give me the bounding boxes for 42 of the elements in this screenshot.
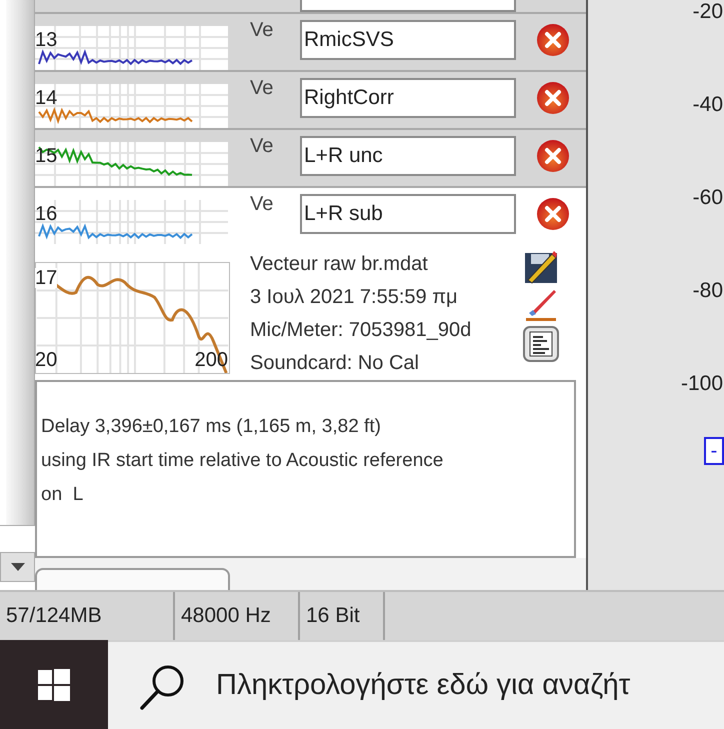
measurement-number: 14: [35, 88, 58, 108]
info-text: 3 Ιουλ 2021 7:55:59 πμ: [250, 285, 459, 310]
notes-icon[interactable]: [523, 326, 559, 362]
axis-label: -100: [680, 372, 724, 396]
scroll-down-button[interactable]: [0, 552, 35, 582]
search-field[interactable]: Πληκτρολογήστε εδώ για αναζήτ: [108, 640, 724, 729]
measurement-number: 15: [35, 146, 58, 166]
notes-box[interactable]: Delay 3,396±0,167 ms (1,165 m, 3,82 ft) using IR start time relative to Acoustic reference on L: [35, 380, 576, 558]
start-button[interactable]: [0, 640, 108, 729]
measurement-label: Ve: [249, 134, 274, 159]
axis-label: -40: [692, 93, 724, 117]
floppy-pencil-icon[interactable]: [524, 250, 558, 284]
delete-button[interactable]: [535, 138, 571, 174]
windows-icon: [38, 668, 70, 700]
graph-label: 17: [35, 268, 58, 288]
measurement-number: 16: [35, 204, 58, 224]
graph-label: 20: [35, 350, 58, 370]
info-text: Vecteur raw br.mdat: [250, 252, 429, 277]
measurement-row[interactable]: 14 Ve RightCorr: [35, 72, 586, 130]
measurement-row[interactable]: 13 Ve RmicSVS: [35, 14, 586, 72]
name-field[interactable]: L+R unc: [300, 136, 516, 176]
name-field[interactable]: RmicSVS: [300, 20, 516, 60]
name-field[interactable]: RightCorr: [300, 78, 516, 118]
measurement-label: Ve: [249, 76, 274, 101]
measurement-number: 13: [35, 30, 58, 50]
scrollbar-thumb[interactable]: [6, 0, 35, 525]
measurement-row[interactable]: 15 Ve L+R unc: [35, 130, 586, 188]
paintbrush-icon[interactable]: [524, 288, 558, 322]
measurement-label: Ve: [249, 18, 274, 43]
delete-button[interactable]: [535, 22, 571, 58]
axis-label: -80: [692, 279, 724, 303]
legend-button[interactable]: -: [704, 437, 724, 465]
delete-button[interactable]: [535, 196, 571, 232]
axis-label: -20: [692, 0, 724, 24]
search-input[interactable]: Πληκτρολογήστε εδώ για αναζήτ: [216, 664, 716, 708]
axis-label: -60: [692, 186, 724, 210]
measurement-label: Ve: [249, 192, 274, 217]
delete-button[interactable]: [535, 80, 571, 116]
info-text: Mic/Meter: 7053981_90d: [250, 318, 472, 343]
name-field[interactable]: L+R sub: [300, 194, 516, 234]
caret-icon: [10, 563, 24, 571]
info-text: Soundcard: No Cal: [250, 351, 420, 376]
